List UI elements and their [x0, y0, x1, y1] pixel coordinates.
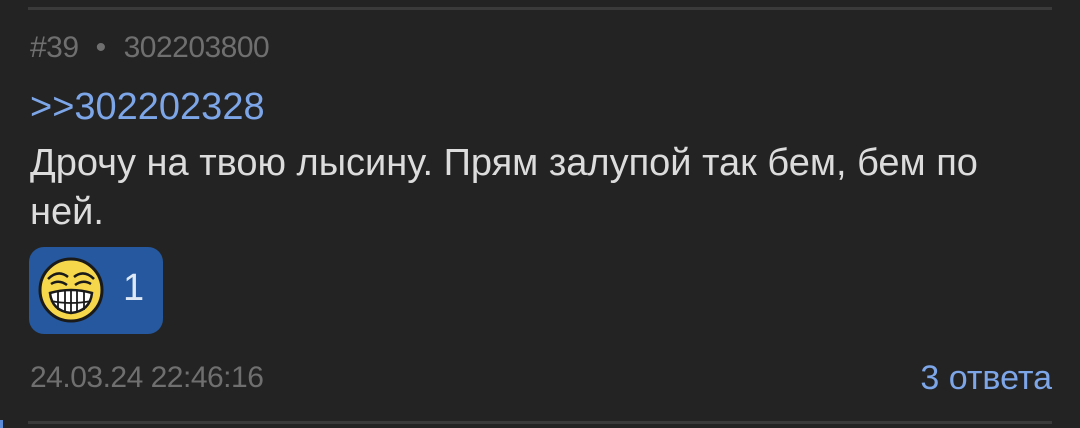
- reaction-count: 1: [123, 267, 145, 309]
- post-header: #39 • 302203800: [30, 31, 270, 65]
- scroll-indicator: [0, 420, 3, 428]
- laughing-face-icon: [38, 257, 104, 323]
- reaction-button[interactable]: 1: [29, 247, 163, 334]
- post-number: #39: [30, 31, 79, 64]
- reply-to-link[interactable]: >>302202328: [30, 86, 265, 129]
- post-card: #39 • 302203800 >>302202328 Дрочу на твою …: [0, 0, 1080, 428]
- post-timestamp: 24.03.24 22:46:16: [30, 361, 264, 394]
- post-id[interactable]: 302203800: [124, 31, 270, 64]
- top-divider: [28, 7, 1052, 10]
- header-separator: •: [95, 31, 107, 64]
- post-body-text: Дрочу на твою лысину. Прям залупой так б…: [30, 142, 978, 233]
- replies-link[interactable]: 3 ответа: [920, 359, 1052, 398]
- bottom-divider: [28, 421, 1052, 424]
